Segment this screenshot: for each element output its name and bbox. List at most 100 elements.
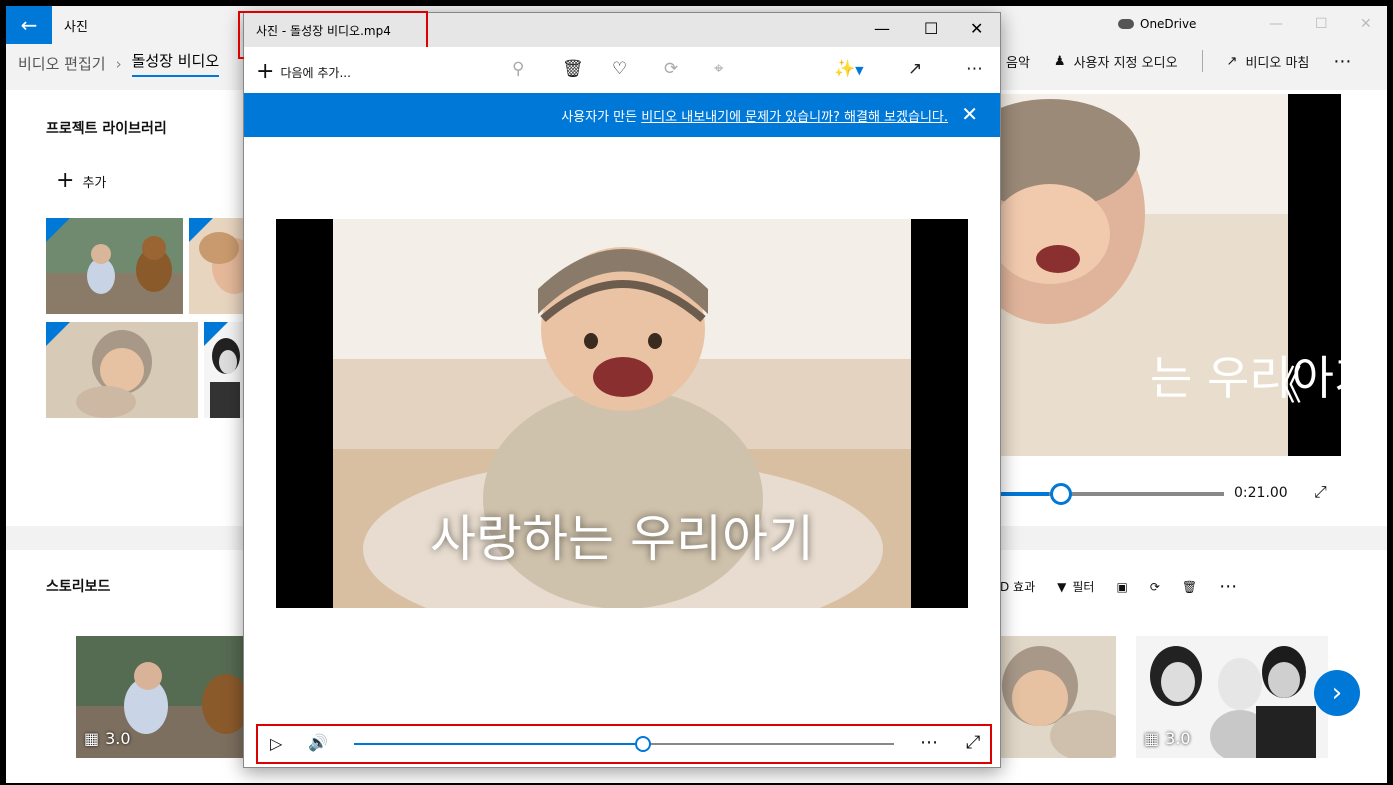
resize-button[interactable]: ▣ [1116,580,1127,594]
more-icon[interactable]: ⋯ [966,59,983,79]
card-duration: ▦ 3.0 [1144,729,1191,748]
player-toolbar: + 다음에 추가... ⚲ 🗑 ♡ ⟳ ⌖ ✨▼ ↗ ⋯ [244,47,1000,93]
more-options-button[interactable]: ⋯ [1333,51,1351,72]
breadcrumb-parent[interactable]: 비디오 편집기 [18,53,106,74]
app-title: 사진 [64,20,88,35]
filter-button[interactable]: ▼ 필터 [1057,578,1094,595]
image-icon: ▦ [1144,729,1160,748]
fullscreen-icon[interactable]: ⤢ [966,732,980,753]
video-player-window: 사진 - 돌성장 비디오.mp4 — ☐ ✕ + 다음에 추가... ⚲ 🗑 ♡… [238,11,1001,768]
image-icon: ▦ [84,729,100,748]
selected-corner-icon [46,322,70,346]
close-icon[interactable]: ✕ [961,102,978,126]
filter-icon: ▼ [1057,579,1067,594]
preview-seekbar[interactable] [1000,492,1224,496]
preview-time: 0:21.00 [1234,485,1288,501]
chevron-right-icon: › [115,54,122,73]
storyboard-toolbar: D 효과 ▼ 필터 ▣ ⟳ 🗑 ⋯ [1000,576,1259,597]
music-label: 음악 [1006,55,1030,71]
preview-seek-knob[interactable] [1050,483,1072,505]
seek-knob[interactable] [635,736,651,752]
finish-video-label: 비디오 마침 [1245,55,1310,71]
video-caption: 사랑하는 우리아기 [430,510,814,568]
preview-seek-fill [1000,492,1050,496]
expand-icon[interactable]: ⤢ [1314,482,1327,502]
add-to-label: 다음에 추가... [280,65,351,80]
cloud-icon [1118,19,1134,29]
minimize-icon[interactable]: — [1269,16,1283,32]
trash-icon[interactable]: 🗑 [562,59,584,79]
library-thumbnail[interactable] [46,322,198,418]
seek-bar[interactable] [354,743,894,745]
resize-icon: ▣ [1116,579,1128,594]
add-to-button[interactable]: + 다음에 추가... [256,61,351,83]
storyboard-card[interactable]: ▦ 3.0 [1136,636,1328,758]
seek-fill [354,743,641,745]
library-add-label: 추가 [82,175,107,191]
minimize-icon[interactable]: — [874,19,890,38]
card-duration-value: 3.0 [105,729,131,748]
play-icon[interactable]: ▷ [270,734,282,753]
3d-effects-button[interactable]: D 효과 [1000,578,1035,595]
project-library-panel: 프로젝트 라이브러리 + 추가 [6,90,246,526]
playback-controls: ▷ 🔊 ⋯ ⤢ [256,724,992,764]
svg-text:는 우리아기: 는 우리아기 [1150,351,1341,405]
rotate-button[interactable]: ⟳ [1150,580,1160,594]
library-thumbnail[interactable] [189,218,246,314]
banner-prefix: 사용자가 만든 [561,110,642,125]
svg-text:《: 《 [1262,363,1302,409]
breadcrumb: 비디오 편집기 › 돌성장 비디오 [18,50,220,77]
maximize-icon[interactable]: ☐ [924,19,938,38]
library-thumbnail[interactable] [204,322,246,418]
trash-icon: 🗑 [1181,579,1198,594]
banner-text: 사용자가 만든 비디오 내보내기에 문제가 있습니까? 해결해 보겠습니다. [561,106,948,125]
preview-video[interactable]: 는 우리아기 《 [1000,94,1341,456]
share-icon[interactable]: ↗ [908,59,922,79]
selected-corner-icon [189,218,213,242]
close-icon[interactable]: ✕ [1360,16,1372,32]
video-canvas[interactable]: 사랑하는 우리아기 [276,219,968,608]
storyboard-next-button[interactable]: › [1314,670,1360,716]
person-audio-icon: ♟ [1053,53,1066,69]
card-duration: ▦ 3.0 [84,729,131,748]
storyboard-card[interactable]: ▦ 3.0 [76,636,244,758]
export-problem-banner: 사용자가 만든 비디오 내보내기에 문제가 있습니까? 해결해 보겠습니다. ✕ [244,93,1000,137]
back-button[interactable]: ← [6,6,52,44]
delete-button[interactable]: 🗑 [1182,580,1197,594]
selected-corner-icon [204,322,228,346]
finish-video-button[interactable]: ↗ 비디오 마침 [1227,52,1310,71]
zoom-icon[interactable]: ⚲ [512,59,524,79]
share-icon: ↗ [1226,53,1238,69]
plus-icon: + [56,168,75,193]
music-button[interactable]: 음악 [1006,52,1030,71]
onedrive-status[interactable]: OneDrive [1118,17,1196,31]
chevron-right-icon: › [1331,678,1343,708]
volume-icon[interactable]: 🔊 [308,733,328,752]
library-add-button[interactable]: + 추가 [56,170,106,192]
crop-icon[interactable]: ⌖ [714,59,724,79]
more-icon: ⋯ [1333,50,1352,72]
filter-label: 필터 [1072,580,1095,594]
banner-link[interactable]: 비디오 내보내기에 문제가 있습니까? 해결해 보겠습니다. [641,110,948,125]
library-title: 프로젝트 라이브러리 [46,121,167,137]
maximize-icon[interactable]: ☐ [1315,16,1328,32]
breadcrumb-current[interactable]: 돌성장 비디오 [131,50,220,77]
rotate-icon[interactable]: ⟳ [664,59,678,79]
baby-blanket-clip [1000,636,1116,758]
heart-icon[interactable]: ♡ [612,59,627,79]
edit-create-icon[interactable]: ✨▼ [834,59,864,79]
more-icon: ⋯ [1219,576,1238,597]
more-icon[interactable]: ⋯ [920,732,938,753]
storyboard-more-button[interactable]: ⋯ [1219,576,1237,597]
rotate-icon: ⟳ [1149,579,1160,594]
custom-audio-button[interactable]: ♟ 사용자 지정 오디오 [1054,52,1178,71]
arrow-left-icon: ← [20,13,38,37]
3d-effects-label: D 효과 [1000,580,1036,594]
close-icon[interactable]: ✕ [970,19,983,38]
storyboard-card[interactable] [1000,636,1116,758]
onedrive-label: OneDrive [1140,17,1197,31]
storyboard-title: 스토리보드 [46,579,111,595]
editor-toolbar: 음악 ♟ 사용자 지정 오디오 ↗ 비디오 마침 ⋯ [1006,50,1375,72]
toolbar-divider [1201,50,1203,72]
library-thumbnail[interactable] [46,218,183,314]
